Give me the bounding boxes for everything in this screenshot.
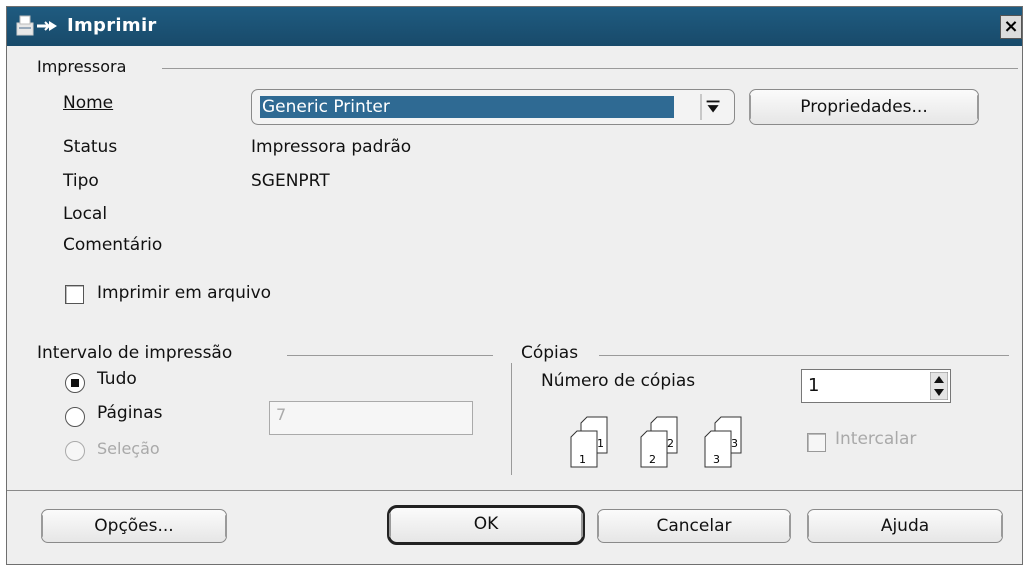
spinner-arrows-icon[interactable] xyxy=(930,372,948,400)
pages-input[interactable]: 7 xyxy=(269,401,473,435)
copies-count-label: Número de cópias xyxy=(541,371,696,391)
copies-group-line xyxy=(599,355,1009,356)
copies-separator xyxy=(511,363,512,475)
collate-front-number: 2 xyxy=(649,453,656,466)
cancel-button[interactable]: Cancelar xyxy=(597,509,791,543)
collate-checkbox xyxy=(807,433,826,452)
print-range-group-line xyxy=(287,355,493,356)
range-pages-label[interactable]: Páginas xyxy=(97,403,162,423)
title-bar[interactable]: Imprimir × xyxy=(7,7,1022,46)
printer-name-select[interactable]: Generic Printer xyxy=(251,89,735,125)
status-label: Status xyxy=(63,137,118,157)
print-range-group-title: Intervalo de impressão xyxy=(37,343,239,363)
type-label: Tipo xyxy=(63,171,99,191)
range-all-radio[interactable] xyxy=(65,373,85,393)
options-button[interactable]: Opções... xyxy=(41,509,227,543)
close-button[interactable]: × xyxy=(1000,15,1022,39)
print-dialog: Imprimir × Impressora Nome Generic Print… xyxy=(6,6,1023,565)
range-selection-label: Seleção xyxy=(97,439,160,458)
copies-count-value: 1 xyxy=(808,375,820,396)
printer-name-label: Nome xyxy=(63,93,114,113)
range-all-label[interactable]: Tudo xyxy=(97,369,137,389)
ok-button[interactable]: OK xyxy=(387,505,585,545)
collate-set-2: 2 2 xyxy=(640,416,678,468)
printer-name-value: Generic Printer xyxy=(260,96,674,118)
range-selection-radio xyxy=(65,441,85,461)
collate-pages-icon: 1 1 2 2 3 3 xyxy=(570,416,742,468)
type-value: SGENPRT xyxy=(251,171,330,191)
close-icon: × xyxy=(1003,16,1019,37)
collate-back-number: 1 xyxy=(597,437,604,450)
print-to-file-checkbox[interactable] xyxy=(65,285,84,304)
location-label: Local xyxy=(63,204,108,224)
collate-front-number: 1 xyxy=(579,453,586,466)
collate-front-number: 3 xyxy=(713,453,720,466)
status-value: Impressora padrão xyxy=(251,137,412,157)
printer-icon xyxy=(16,15,57,36)
print-to-file-label[interactable]: Imprimir em arquivo xyxy=(97,283,271,303)
properties-button[interactable]: Propriedades... xyxy=(749,89,979,125)
copies-count-spinner[interactable]: 1 xyxy=(801,369,951,403)
collate-label: Intercalar xyxy=(835,429,917,449)
collate-back-number: 3 xyxy=(731,437,738,450)
window-title: Imprimir xyxy=(67,15,157,36)
range-pages-radio[interactable] xyxy=(65,407,85,427)
printer-group-title: Impressora xyxy=(37,57,133,76)
collate-back-number: 2 xyxy=(667,437,674,450)
collate-set-3: 3 3 xyxy=(704,416,742,468)
help-button[interactable]: Ajuda xyxy=(807,509,1003,543)
copies-group-title: Cópias xyxy=(521,343,585,363)
button-bar-separator xyxy=(7,490,1022,491)
chevron-down-icon[interactable] xyxy=(700,94,726,120)
printer-group-line xyxy=(162,68,1018,69)
comment-label: Comentário xyxy=(63,235,163,255)
collate-set-1: 1 1 xyxy=(570,416,608,468)
